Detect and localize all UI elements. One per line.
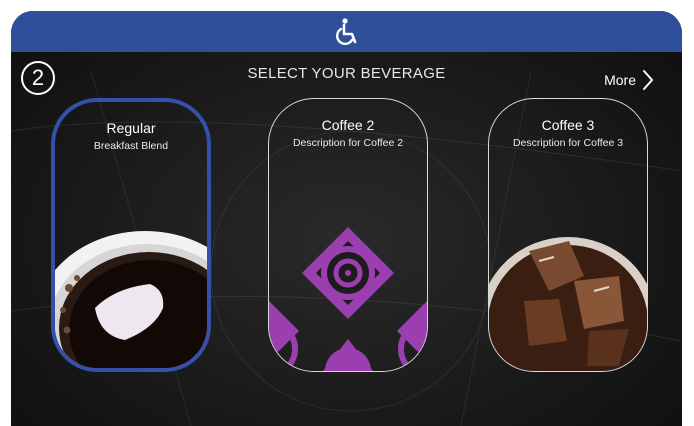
kiosk-screen: 2 SELECT YOUR BEVERAGE More Regular Brea… [11, 11, 682, 426]
beverage-card-coffee-2[interactable]: Coffee 2 Description for Coffee 2 [268, 98, 428, 372]
more-label: More [604, 72, 636, 88]
chevron-right-icon [643, 70, 654, 90]
beverage-name: Coffee 3 [541, 117, 595, 133]
beverage-name: Regular [106, 120, 156, 136]
purple-spiral-image [269, 227, 427, 371]
beverage-card-regular[interactable]: Regular Breakfast Blend [51, 98, 211, 372]
beverage-card-coffee-3[interactable]: Coffee 3 Description for Coffee 3 [488, 98, 648, 372]
page-title: SELECT YOUR BEVERAGE [247, 65, 446, 82]
beverage-description: Breakfast Blend [93, 140, 169, 152]
top-bar [11, 11, 682, 52]
wheelchair-icon[interactable] [332, 17, 362, 47]
hot-coffee-image [55, 231, 207, 368]
iced-coffee-image [489, 237, 647, 371]
beverage-name: Coffee 2 [321, 117, 375, 133]
beverage-description: Description for Coffee 2 [292, 137, 404, 149]
more-button[interactable]: More [604, 69, 654, 91]
beverage-description: Description for Coffee 3 [512, 137, 624, 149]
